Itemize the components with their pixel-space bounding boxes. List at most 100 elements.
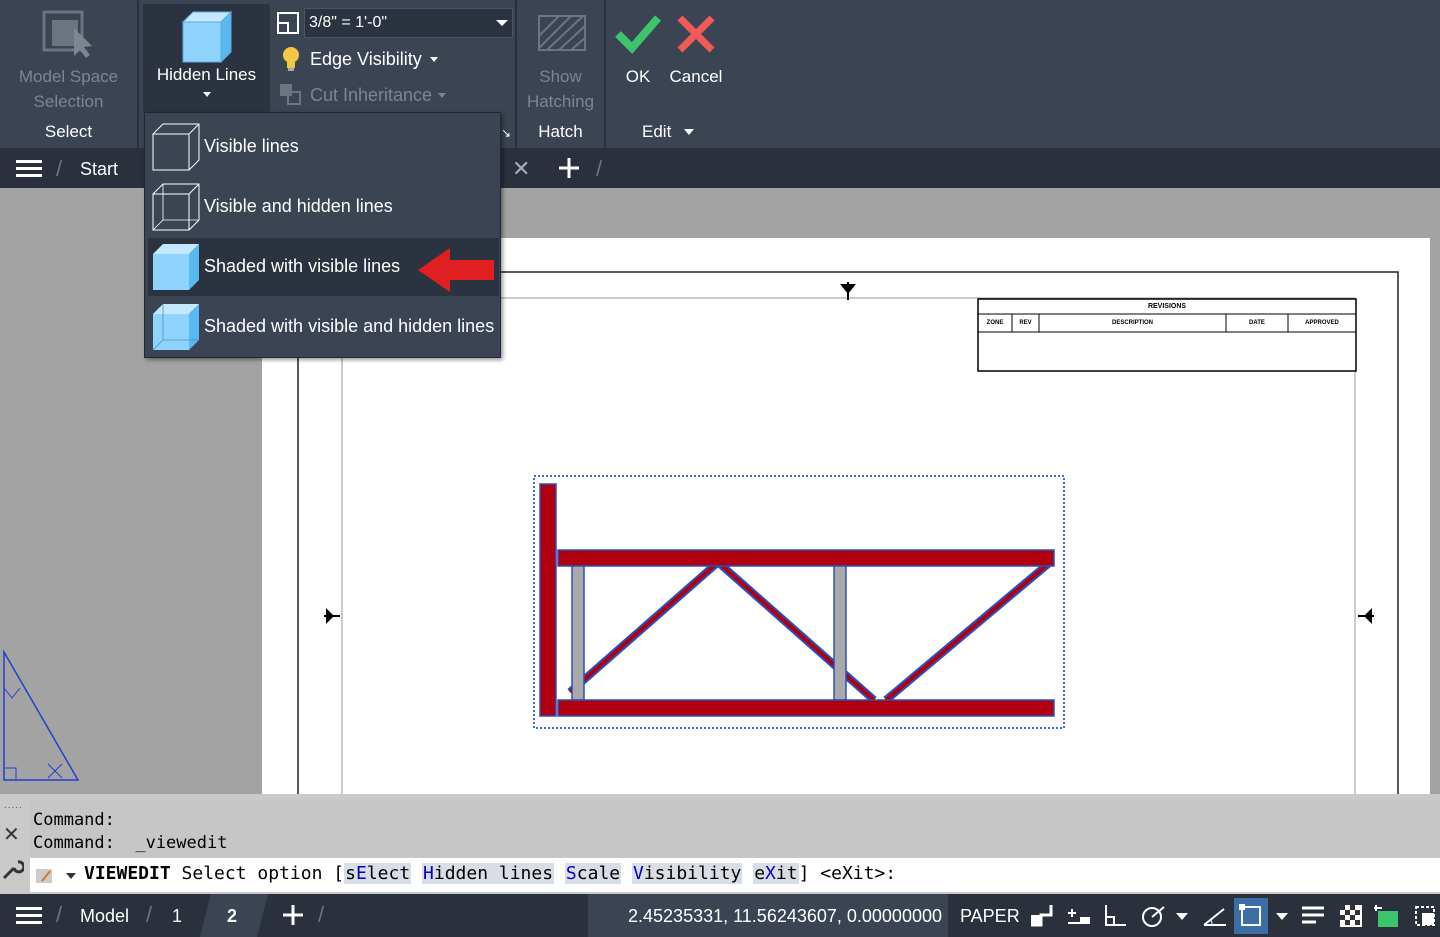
menu-item-shaded-with-visible-lines[interactable]: Shaded with visible lines — [148, 238, 499, 296]
revisions-col-description: DESCRIPTION — [1111, 320, 1153, 326]
prompt-command-name: VIEWEDIT — [84, 863, 171, 884]
edge-visibility-button[interactable]: Edge Visibility — [278, 44, 448, 74]
isodraft-icon[interactable] — [1202, 903, 1228, 929]
command-history-line: Command: _viewedit — [33, 833, 228, 853]
ribbon-separator — [137, 0, 139, 148]
close-icon[interactable]: ✕ — [3, 822, 20, 847]
grip-handle[interactable]: ..... — [4, 800, 23, 811]
shaded-cube-icon — [153, 244, 199, 290]
shaded-hidden-cube-icon — [152, 304, 199, 351]
tab-separator: / — [318, 902, 325, 927]
show-hatching-label: Show Hatching — [526, 67, 595, 111]
hamburger-menu-icon[interactable] — [16, 906, 42, 926]
close-icon — [677, 15, 715, 53]
wrench-icon[interactable] — [2, 858, 24, 880]
infer-constraints-icon[interactable] — [1066, 903, 1092, 929]
menu-item-visible-and-hidden-lines[interactable]: Visible and hidden lines — [148, 178, 499, 236]
new-tab-icon[interactable] — [558, 157, 580, 179]
selection-cycling-icon[interactable] — [1412, 903, 1438, 929]
model-space-selection-label: Model Space Selection — [18, 67, 119, 111]
cancel-button[interactable]: Cancel — [666, 6, 726, 96]
prompt-default: <eXit>: — [820, 863, 897, 884]
lineweight-icon[interactable] — [1300, 903, 1326, 929]
ortho-mode-icon[interactable] — [1102, 903, 1128, 929]
option-visibility[interactable]: Visibility — [631, 863, 743, 884]
option-select[interactable]: sElect — [344, 863, 412, 884]
polar-tracking-icon[interactable] — [1140, 903, 1166, 929]
red-arrow-icon — [418, 248, 494, 292]
hatching-icon — [538, 15, 586, 51]
ok-label: OK — [625, 67, 651, 86]
command-input[interactable]: VIEWEDIT Select option [sElect Hidden li… — [30, 858, 1440, 892]
menu-item-label: Visible lines — [204, 136, 299, 156]
revisions-col-date: DATE — [1249, 320, 1265, 326]
revisions-title: REVISIONS — [1147, 303, 1187, 310]
viewport-scale-value: 3/8" = 1'-0" — [309, 14, 388, 31]
quick-properties-icon[interactable] — [1374, 903, 1400, 929]
snap-mode-icon[interactable] — [1028, 903, 1054, 929]
show-hatching-button: Show Hatching — [517, 0, 604, 118]
hatch-panel-label: Hatch — [538, 122, 583, 141]
command-history-line: Command: — [33, 810, 115, 830]
caret-down-icon — [684, 129, 695, 136]
menu-item-visible-lines[interactable]: Visible lines — [148, 118, 499, 176]
panel-launcher-icon[interactable]: ↘ — [501, 126, 511, 140]
edge-visibility-label: Edge Visibility — [310, 49, 422, 69]
option-scale[interactable]: Scale — [564, 863, 622, 884]
coordinate-readout[interactable]: 2.45235331, 11.56243607, 0.00000000 — [588, 894, 948, 937]
prompt-text: Select option — [181, 863, 323, 884]
chevron-down-icon[interactable] — [1276, 913, 1288, 921]
ribbon-separator — [604, 0, 606, 148]
hidden-lines-button[interactable]: Hidden Lines — [143, 4, 270, 112]
layout-tab-1[interactable]: 1 — [172, 906, 182, 927]
viewport-scale-dropdown[interactable]: 3/8" = 1'-0" — [304, 8, 513, 38]
option-hidden-lines[interactable]: Hidden lines — [422, 863, 555, 884]
viewport-truss[interactable] — [530, 472, 1070, 732]
transparency-icon[interactable] — [1338, 903, 1364, 929]
tab-start[interactable]: Start — [80, 159, 118, 180]
tab-separator: / — [56, 902, 63, 927]
shaded-cube-icon — [181, 10, 233, 64]
caret-down-icon — [438, 93, 446, 98]
menu-item-label: Shaded with visible lines — [204, 256, 401, 276]
cancel-label: Cancel — [669, 67, 723, 86]
tab-close-icon[interactable]: ✕ — [512, 156, 530, 182]
viewport-scale-icon — [277, 12, 299, 34]
checkmark-icon — [615, 15, 662, 54]
cut-inheritance-label: Cut Inheritance — [310, 85, 433, 105]
tab-separator: / — [146, 902, 153, 927]
coordinates-value: 2.45235331, 11.56243607, 0.00000000 — [628, 906, 942, 926]
model-space-selection-icon — [42, 10, 92, 58]
model-space-selection-button: Model Space Selection — [0, 0, 137, 118]
lightbulb-icon — [283, 47, 299, 71]
revisions-col-approved: APPROVED — [1305, 320, 1339, 326]
layout-tab-model[interactable]: Model — [80, 906, 129, 927]
object-snap-icon — [1239, 904, 1261, 926]
menu-item-label: Shaded with visible and hidden lines — [204, 316, 495, 336]
hidden-lines-cube-icon — [152, 183, 200, 231]
hidden-lines-menu: Visible lines Visible and hidden lines S… — [144, 112, 501, 358]
caret-down-icon — [430, 57, 438, 62]
menu-item-shaded-with-visible-and-hidden-lines[interactable]: Shaded with visible and hidden lines — [148, 298, 499, 356]
hidden-lines-label: Hidden Lines — [156, 65, 257, 84]
revisions-col-rev: REV — [1019, 320, 1032, 326]
cut-inheritance-button: Cut Inheritance — [278, 80, 448, 110]
edit-panel-label[interactable]: Edit — [642, 122, 695, 142]
recent-commands-icon[interactable] — [36, 867, 76, 885]
layout-tab-2[interactable]: 2 — [227, 906, 237, 927]
ok-button[interactable]: OK — [610, 6, 666, 96]
cut-inheritance-icon — [280, 84, 301, 105]
object-snap-toggle[interactable] — [1234, 898, 1268, 934]
hamburger-menu-icon[interactable] — [16, 159, 42, 179]
paper-space-toggle[interactable]: PAPER — [960, 906, 1020, 927]
chevron-down-icon[interactable] — [1176, 913, 1188, 921]
revisions-col-zone: ZONE — [986, 320, 1004, 326]
option-exit[interactable]: eXit — [753, 863, 799, 884]
tab-separator: / — [56, 156, 63, 181]
tab-separator: / — [596, 156, 603, 181]
select-panel-label: Select — [44, 122, 93, 141]
menu-item-label: Visible and hidden lines — [204, 196, 393, 216]
command-history: Command: Command: _viewedit — [30, 801, 1440, 857]
ucs-triangle-icon — [3, 649, 80, 781]
new-layout-icon[interactable] — [282, 904, 304, 926]
